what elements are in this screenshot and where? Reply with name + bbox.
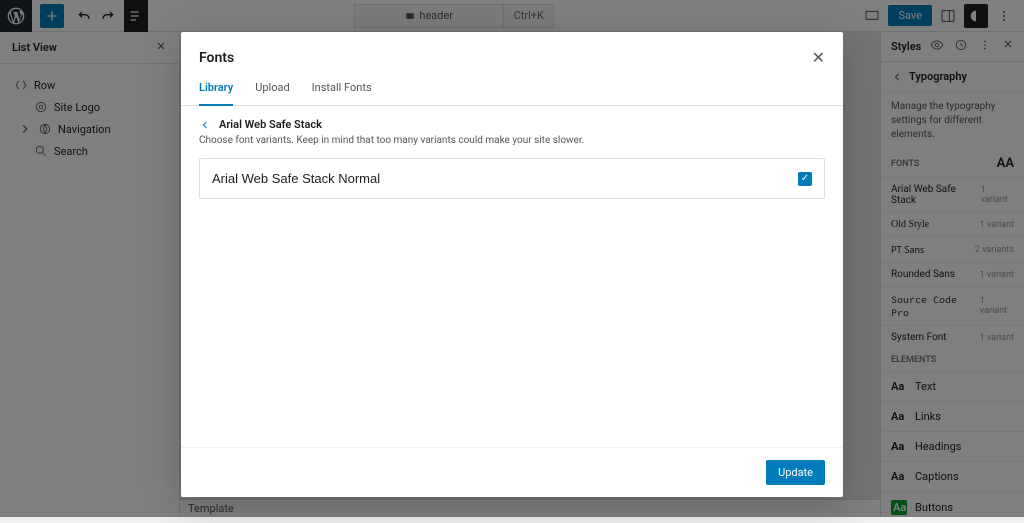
font-hint: Choose font variants. Keep in mind that … — [199, 135, 825, 146]
modal-title: Fonts — [199, 50, 234, 66]
tab-library[interactable]: Library — [199, 71, 233, 106]
modal-overlay: Fonts ✕ Library Upload Install Fonts Ari… — [0, 0, 1024, 517]
tab-install-fonts[interactable]: Install Fonts — [312, 71, 372, 105]
fonts-modal: Fonts ✕ Library Upload Install Fonts Ari… — [181, 32, 843, 497]
close-modal-button[interactable]: ✕ — [812, 48, 825, 67]
back-to-fonts[interactable]: Arial Web Safe Stack — [199, 118, 825, 131]
tab-upload[interactable]: Upload — [255, 71, 289, 105]
font-detail-title: Arial Web Safe Stack — [219, 118, 322, 131]
variant-checkbox[interactable]: ✓ — [798, 172, 812, 186]
variant-name: Arial Web Safe Stack Normal — [212, 171, 380, 186]
font-variant-row[interactable]: Arial Web Safe Stack Normal ✓ — [199, 158, 825, 199]
update-button[interactable]: Update — [766, 460, 825, 485]
